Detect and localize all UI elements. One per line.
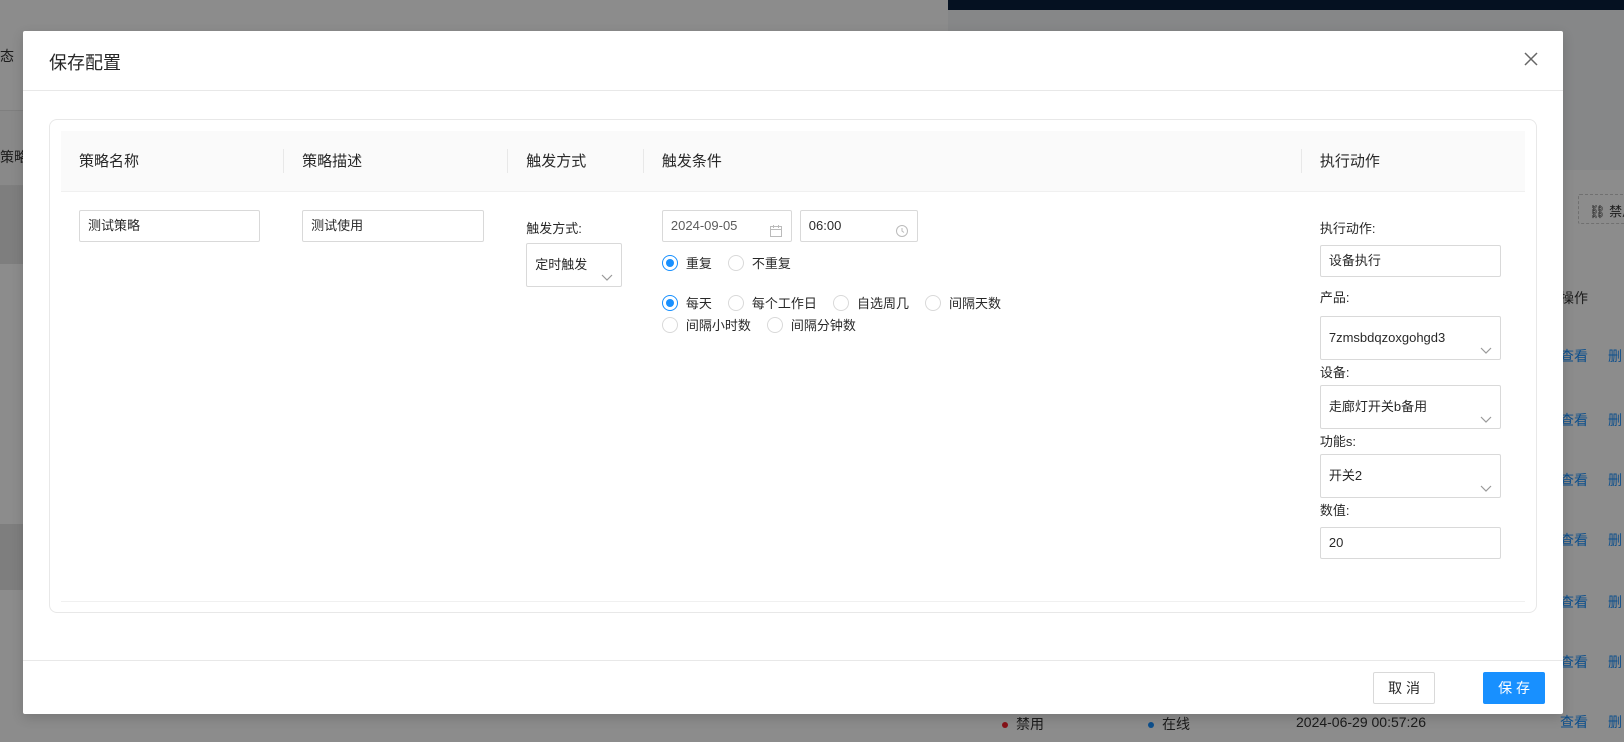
trigger-type-value: 定时触发 [535,256,588,272]
date-value: 2024-09-05 [670,217,738,233]
radio-label: 间隔小时数 [685,318,751,333]
modal-title: 保存配置 [49,53,121,73]
clock-icon [895,219,909,237]
radio-interval-days[interactable]: 间隔天数 [924,292,1001,314]
trigger-type-label: 触发方式: [526,220,582,236]
radio-checked-icon [661,294,678,311]
product-label: 产品: [1319,289,1350,305]
table-row: 测试策略 测试使用 触发方式: 定时触发 2024-09-05 06:00 重复… [61,191,1525,602]
radio-repeat[interactable]: 重复 [661,252,712,274]
time-value: 06:00 [808,217,842,233]
modal-header: 保存配置 [23,31,1563,91]
save-button[interactable]: 保 存 [1483,672,1545,704]
action-input[interactable]: 设备执行 [1319,244,1501,277]
function-label: 功能s: [1319,433,1356,449]
chevron-down-icon [601,258,613,281]
strategy-table: 策略名称 策略描述 触发方式 触发条件 执行动作 测试策略 测试使用 触发方式:… [61,131,1525,602]
radio-unchecked-icon [727,294,744,311]
cell-name: 测试策略 [61,191,285,602]
radio-no-repeat[interactable]: 不重复 [727,252,791,274]
column-header-trigger-condition: 触发条件 [643,131,1302,192]
strategy-description-input[interactable]: 测试使用 [302,209,485,242]
strategy-table-container: 策略名称 策略描述 触发方式 触发条件 执行动作 测试策略 测试使用 触发方式:… [49,119,1537,613]
datetime-row: 2024-09-05 06:00 [661,209,1284,242]
frequency-radio-group: 每天 每个工作日 自选周几 间隔天数 间隔小时数 间隔分钟数 [661,292,1122,336]
column-header-description: 策略描述 [284,131,509,192]
close-icon[interactable] [1519,47,1543,71]
radio-label: 重复 [685,256,712,271]
repeat-radio-group: 重复 不重复 [661,252,1284,274]
cell-trigger-type: 触发方式: 定时触发 [508,191,644,602]
column-header-name: 策略名称 [61,131,285,192]
radio-label: 每个工作日 [751,296,817,311]
product-value: 7zmsbdqzoxgohgd3 [1328,329,1446,345]
trigger-type-select[interactable]: 定时触发 [526,242,623,287]
radio-custom-weekday[interactable]: 自选周几 [832,292,909,314]
chevron-down-icon [1480,331,1492,354]
function-select[interactable]: 开关2 [1319,453,1501,498]
device-select[interactable]: 走廊灯开关b备用 [1319,384,1501,429]
cell-description: 测试使用 [284,191,509,602]
strategy-name-input[interactable]: 测试策略 [79,209,260,242]
calendar-icon [769,219,783,237]
column-header-trigger-type: 触发方式 [508,131,644,192]
function-value: 开关2 [1328,467,1363,483]
chevron-down-icon [1480,469,1492,492]
cell-action: 执行动作: 设备执行 产品: 7zmsbdqzoxgohgd3 设备: 走廊灯开… [1301,191,1525,602]
radio-label: 每天 [685,296,712,311]
cell-trigger-condition: 2024-09-05 06:00 重复 不重复 每天 每个工作日 自选周几 间隔… [643,191,1302,602]
number-input[interactable]: 20 [1319,526,1501,559]
radio-interval-hours[interactable]: 间隔小时数 [661,314,751,336]
action-label: 执行动作: [1319,220,1376,236]
radio-label: 不重复 [751,256,791,271]
date-picker[interactable]: 2024-09-05 [661,209,792,242]
chevron-down-icon [1480,400,1492,423]
column-header-action: 执行动作 [1301,131,1525,192]
radio-unchecked-icon [832,294,849,311]
time-picker[interactable]: 06:00 [799,209,918,242]
radio-daily[interactable]: 每天 [661,292,712,314]
radio-unchecked-icon [727,254,744,271]
radio-weekdays[interactable]: 每个工作日 [727,292,817,314]
radio-label: 自选周几 [856,296,909,311]
device-label: 设备: [1319,364,1350,380]
number-label: 数值: [1319,502,1350,518]
modal-footer: 取 消 保 存 [23,660,1563,714]
radio-interval-minutes[interactable]: 间隔分钟数 [766,314,856,336]
table-header-row: 策略名称 策略描述 触发方式 触发条件 执行动作 [61,131,1525,192]
radio-checked-icon [661,254,678,271]
cancel-button[interactable]: 取 消 [1373,672,1435,704]
radio-unchecked-icon [766,316,783,333]
product-select[interactable]: 7zmsbdqzoxgohgd3 [1319,315,1501,360]
radio-unchecked-icon [661,316,678,333]
save-config-modal: 保存配置 策略名称 策略描述 触发方式 触发条件 执行动作 测试策略 测试使用 … [23,31,1563,714]
radio-label: 间隔天数 [948,296,1001,311]
radio-unchecked-icon [924,294,941,311]
device-value: 走廊灯开关b备用 [1328,398,1428,414]
radio-label: 间隔分钟数 [790,318,856,333]
